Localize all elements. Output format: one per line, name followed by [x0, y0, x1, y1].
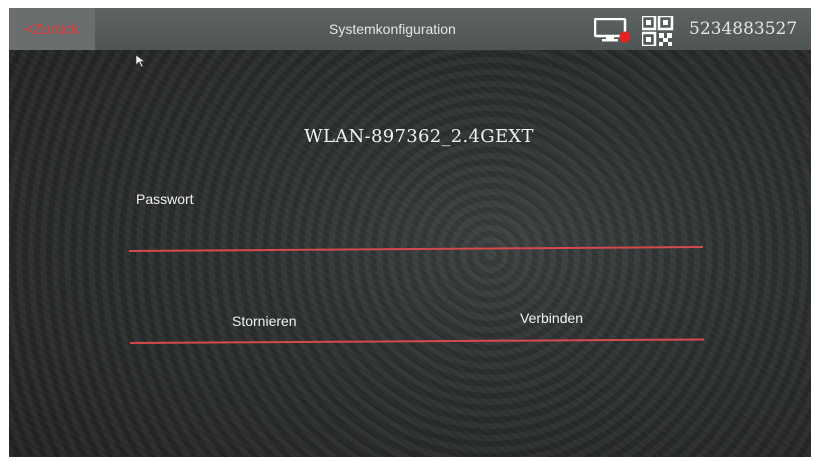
top-bar: <Zurück Systemkonfiguration 5234883527: [9, 8, 811, 50]
qr-code-icon[interactable]: [642, 16, 680, 46]
network-ssid: WLAN-897362_2.4GEXT: [304, 126, 534, 147]
password-label: Passwort: [136, 191, 194, 207]
back-button[interactable]: <Zurück: [9, 8, 95, 50]
connect-button[interactable]: Verbinden: [520, 310, 583, 326]
page-title: Systemkonfiguration: [329, 21, 456, 37]
monitor-icon[interactable]: [594, 18, 634, 44]
mouse-pointer-icon: [135, 54, 146, 68]
button-divider: [129, 338, 704, 344]
config-screen: <Zurück Systemkonfiguration 5234883527 W…: [9, 8, 811, 457]
device-id: 5234883527: [689, 19, 798, 39]
cancel-button[interactable]: Stornieren: [232, 313, 297, 329]
